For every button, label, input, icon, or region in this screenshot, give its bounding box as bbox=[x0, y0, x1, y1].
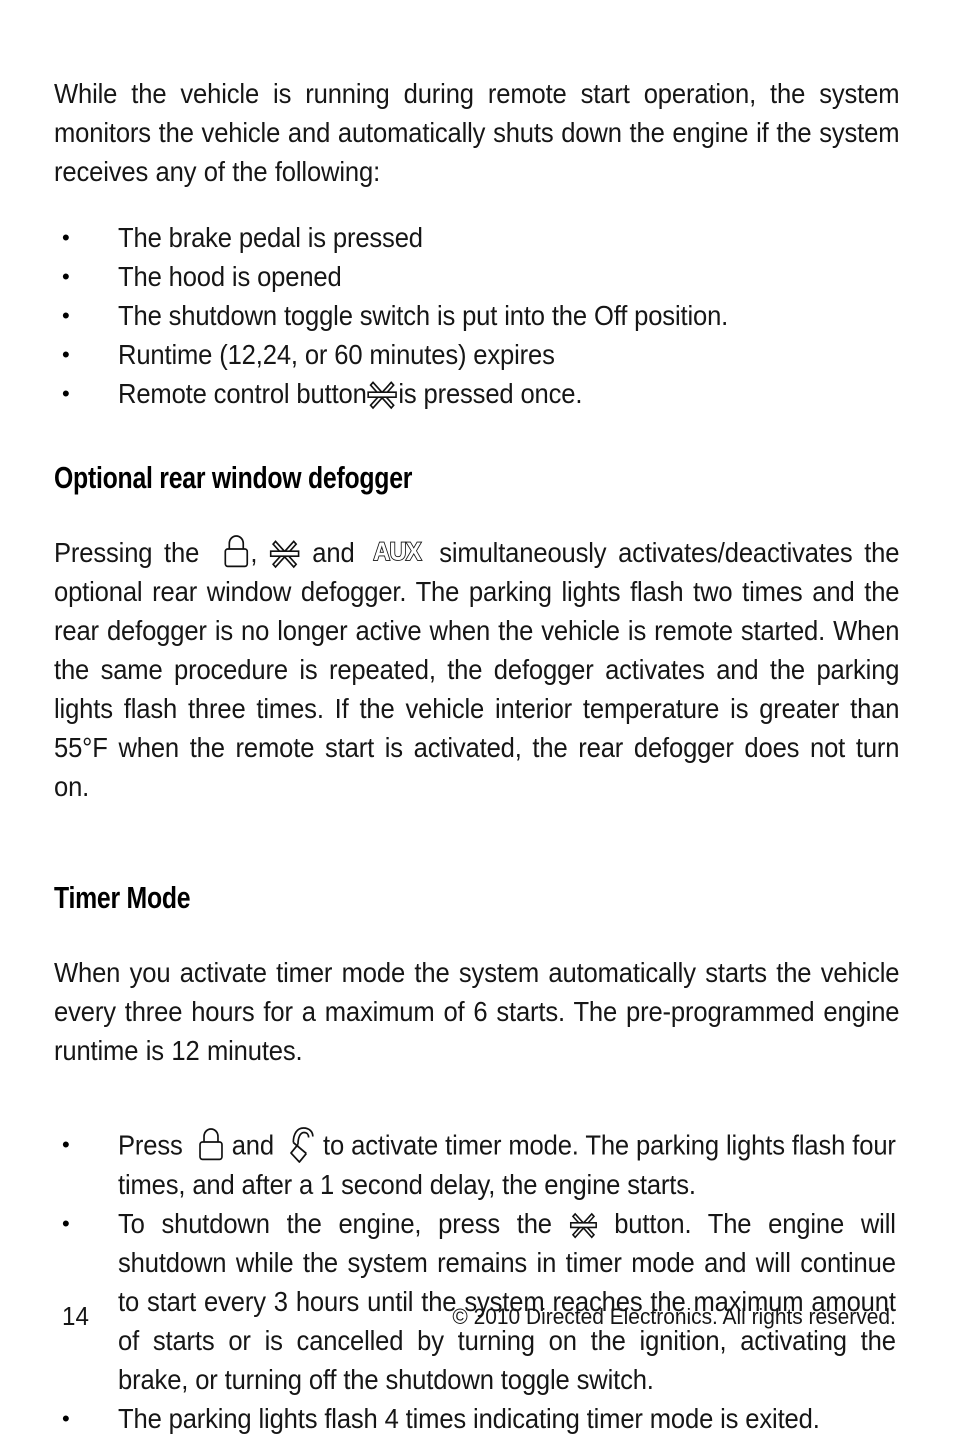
defogger-paragraph: Pressing the , and AUX simultaneously ac… bbox=[54, 533, 900, 806]
list-item-text-before: Press bbox=[118, 1129, 183, 1161]
intro-paragraph: While the vehicle is running during remo… bbox=[54, 77, 900, 187]
defogger-text-1: Pressing the bbox=[54, 536, 200, 568]
list-item: • The hood is opened bbox=[54, 257, 896, 296]
manual-page: While the vehicle is running during remo… bbox=[0, 0, 954, 1435]
list-item-text-before: Remote control button bbox=[118, 378, 367, 409]
bullet-marker: • bbox=[62, 303, 70, 328]
copyright-notice: © 2010 Directed Electronics. All rights … bbox=[452, 1304, 896, 1329]
bullet-marker: • bbox=[62, 1132, 70, 1157]
page-number: 14 bbox=[62, 1301, 89, 1331]
timer-mode-list: • Press and to activate timer mode. The … bbox=[54, 1125, 896, 1438]
list-item: • The brake pedal is pressed bbox=[54, 218, 896, 257]
lock-icon bbox=[222, 535, 250, 569]
list-item-label: The hood is opened bbox=[118, 261, 342, 292]
aux-icon: AUX bbox=[366, 538, 427, 565]
list-item: • The shutdown toggle switch is put into… bbox=[54, 296, 896, 335]
bullet-marker: • bbox=[62, 225, 70, 250]
timer-mode-paragraph: When you activate timer mode the system … bbox=[54, 956, 900, 1066]
page-footer: 14 © 2010 Directed Electronics. All righ… bbox=[54, 1299, 896, 1333]
page-title-timer-mode: Timer Mode bbox=[54, 880, 191, 915]
list-item: • Remote control button is pressed once. bbox=[54, 374, 896, 413]
lock-icon bbox=[197, 1128, 225, 1162]
star-icon bbox=[269, 536, 301, 570]
page-title-defogger: Optional rear window defogger bbox=[54, 460, 413, 495]
list-item-label: The parking lights flash 4 times indicat… bbox=[118, 1403, 820, 1434]
defogger-text-2: and bbox=[312, 536, 355, 568]
bullet-marker: • bbox=[62, 1406, 70, 1431]
list-item-label: Remote control button is pressed once. bbox=[118, 374, 896, 413]
bullet-marker: • bbox=[62, 381, 70, 406]
trunk-icon bbox=[288, 1125, 316, 1165]
svg-text:AUX: AUX bbox=[373, 538, 421, 565]
bullet-marker: • bbox=[62, 264, 70, 289]
defogger-text-3: simultaneously activates/deactivates the… bbox=[54, 536, 900, 802]
list-item: • Runtime (12,24, or 60 minutes) expires bbox=[54, 335, 896, 374]
shutdown-conditions-list: • The brake pedal is pressed • The hood … bbox=[54, 218, 896, 413]
list-item-label: The brake pedal is pressed bbox=[118, 222, 423, 253]
list-item: • Press and to activate timer mode. The … bbox=[54, 1125, 896, 1204]
list-item-label: Runtime (12,24, or 60 minutes) expires bbox=[118, 339, 555, 370]
list-item-text-after: is pressed once. bbox=[398, 378, 583, 409]
bullet-marker: • bbox=[62, 1211, 70, 1236]
defogger-separator: , bbox=[250, 536, 258, 568]
list-item-text-middle: and bbox=[231, 1129, 274, 1161]
star-icon bbox=[569, 1209, 598, 1240]
bullet-marker: • bbox=[62, 342, 70, 367]
list-item-label: The shutdown toggle switch is put into t… bbox=[118, 300, 729, 331]
list-item: • The parking lights flash 4 times indic… bbox=[54, 1399, 896, 1438]
star-icon bbox=[367, 377, 399, 411]
list-item-text-before: To shutdown the engine, press the bbox=[118, 1208, 552, 1239]
list-item-label: Press and to activate timer mode. The pa… bbox=[118, 1125, 896, 1204]
